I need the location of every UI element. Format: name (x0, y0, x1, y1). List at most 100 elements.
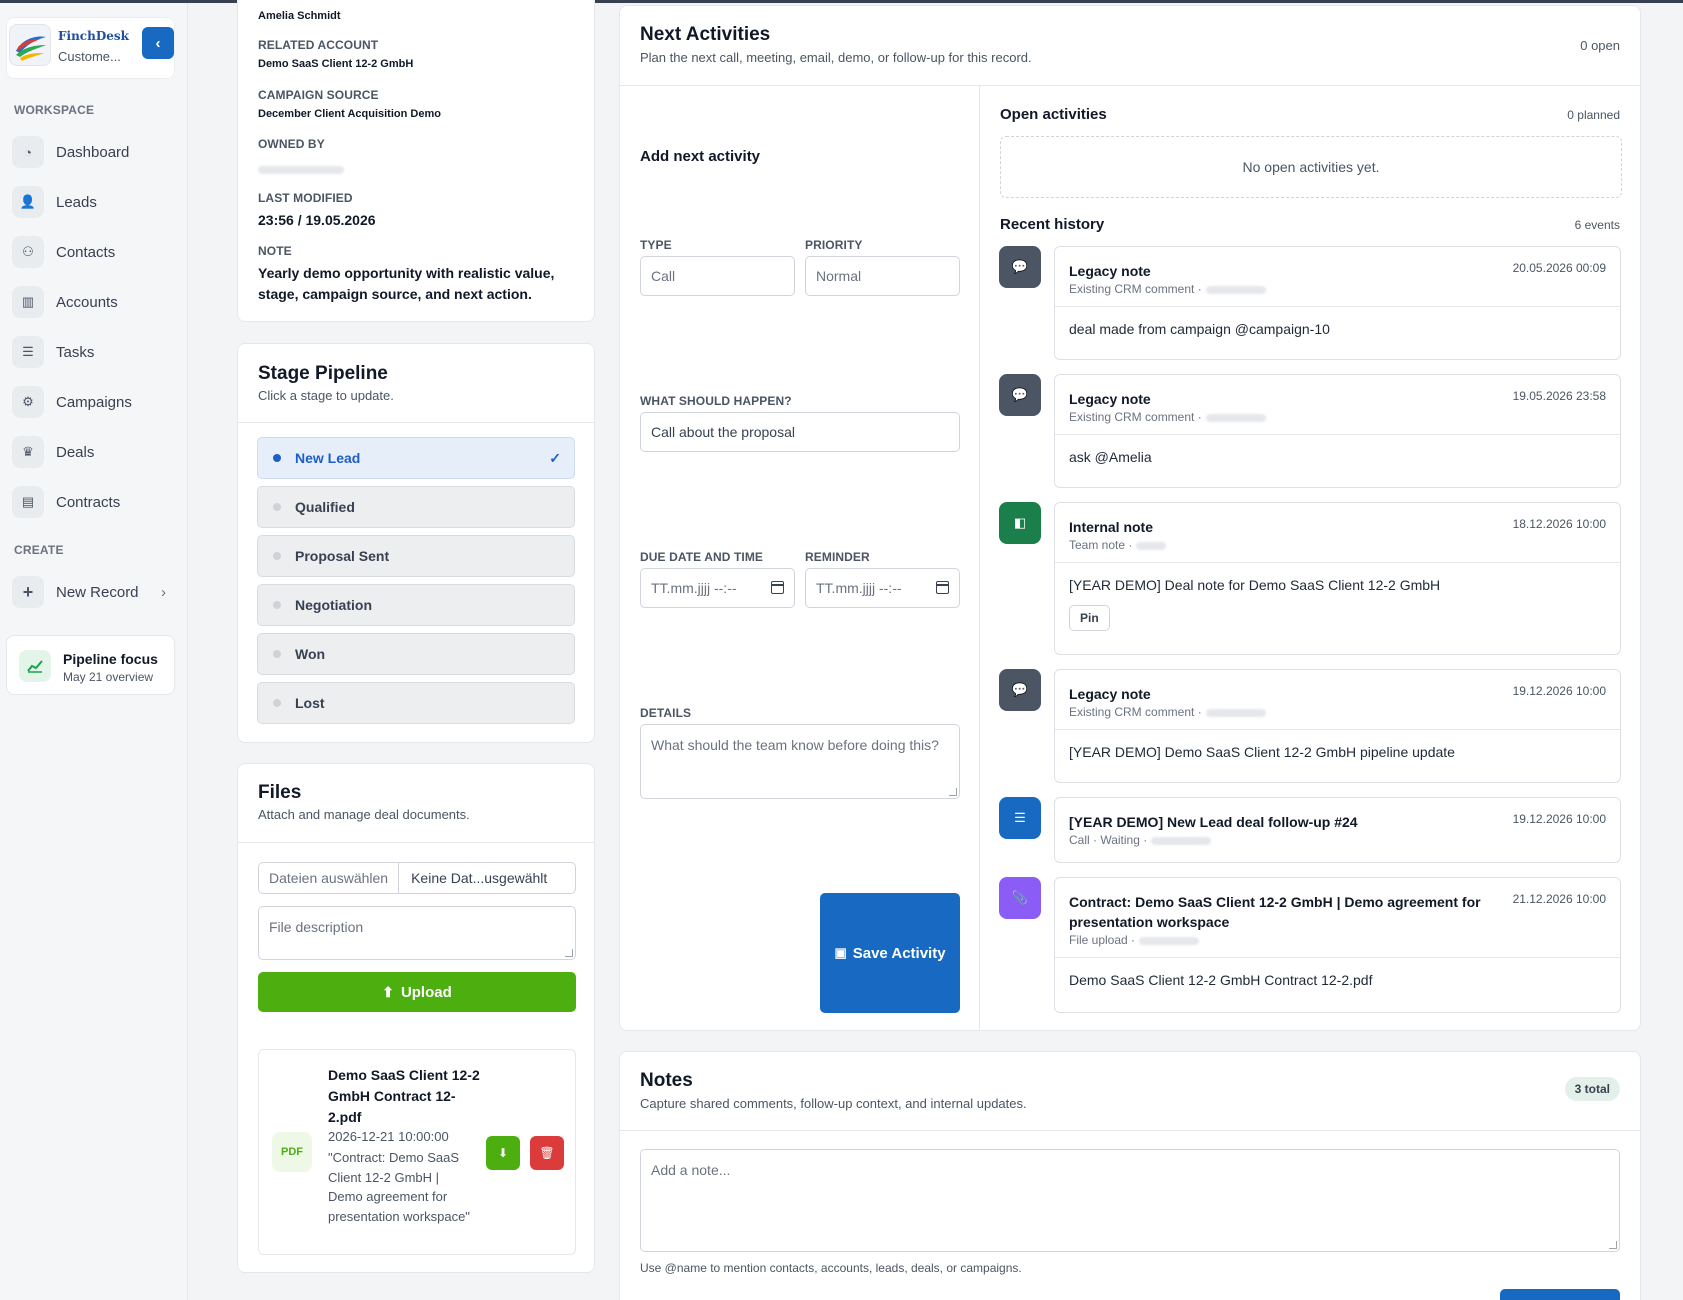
recent-history-count: 6 events (1574, 218, 1620, 232)
what-value: Call about the proposal (651, 424, 795, 440)
pipeline-focus-card[interactable]: Pipeline focus May 21 overview (6, 635, 175, 695)
stage-pipeline-card: Stage Pipeline Click a stage to update. … (237, 343, 595, 743)
sidebar-item-tasks[interactable]: ☰ Tasks (12, 333, 174, 371)
event-title: Legacy note (1069, 686, 1151, 702)
priority-value: Normal (816, 268, 862, 284)
event-date: 20.05.2026 00:09 (1512, 261, 1606, 275)
new-record-button[interactable]: + New Record › (12, 573, 174, 611)
stage-lost[interactable]: Lost (257, 682, 575, 724)
event-title: Legacy note (1069, 391, 1151, 407)
paperclip-icon: 📎 (999, 877, 1041, 919)
sidebar-item-label: Contracts (56, 493, 121, 511)
upload-icon: ⬆ (382, 983, 394, 1000)
add-note-button[interactable] (1500, 1289, 1620, 1300)
event-date: 18.12.2026 10:00 (1512, 517, 1606, 531)
resize-handle-icon[interactable] (949, 788, 957, 796)
brand-name: FinchDesk (58, 29, 129, 43)
upload-button[interactable]: ⬆ Upload (258, 972, 576, 1012)
type-select[interactable]: Call (640, 256, 795, 296)
event-meta: Existing CRM comment · (1069, 705, 1202, 719)
note-value: Yearly demo opportunity with realistic v… (258, 265, 555, 302)
plus-icon: + (12, 576, 44, 608)
calendar-icon[interactable] (936, 581, 949, 594)
owned-by-label: OWNED BY (258, 137, 325, 151)
file-description-placeholder: File description (269, 919, 364, 935)
event-date: 21.12.2026 10:00 (1512, 892, 1606, 906)
sidebar-item-accounts[interactable]: ▥ Accounts (12, 283, 174, 321)
sidebar-item-dashboard[interactable]: ◔ Dashboard (12, 133, 174, 171)
event-title: Legacy note (1069, 263, 1151, 279)
deal-details-card: Amelia Schmidt RELATED ACCOUNT Demo SaaS… (237, 0, 595, 322)
event-body: deal made from campaign @campaign-10 (1055, 306, 1620, 351)
stage-qualified[interactable]: Qualified (257, 486, 575, 528)
divider (620, 1130, 1640, 1131)
list-icon: ☰ (12, 336, 44, 368)
reminder-input[interactable]: TT.mm.jjjj --:-- (805, 568, 960, 608)
resize-handle-icon[interactable] (1609, 1241, 1617, 1249)
next-activities-subtitle: Plan the next call, meeting, email, demo… (640, 50, 1032, 65)
history-event: Legacy note Existing CRM comment · 20.05… (1054, 246, 1621, 360)
delete-button[interactable]: 🗑 (530, 1136, 564, 1170)
choose-files-button[interactable]: Dateien auswählen (259, 863, 400, 893)
download-button[interactable]: ⬇ (486, 1136, 520, 1170)
event-date: 19.12.2026 10:00 (1512, 812, 1606, 826)
create-section-label: CREATE (14, 543, 64, 557)
priority-select[interactable]: Normal (805, 256, 960, 296)
document-icon: ▤ (12, 486, 44, 518)
user-plus-icon: 👤 (12, 186, 44, 218)
sidebar-item-contracts[interactable]: ▤ Contracts (12, 483, 174, 521)
file-description-input[interactable]: File description (258, 906, 576, 960)
event-meta: Team note · (1069, 538, 1133, 552)
sidebar-item-campaigns[interactable]: ⚙ Campaigns (12, 383, 174, 421)
stage-won[interactable]: Won (257, 633, 575, 675)
users-icon: ⚇ (12, 236, 44, 268)
related-account-label: RELATED ACCOUNT (258, 38, 379, 52)
upload-label: Upload (400, 983, 452, 1001)
details-textarea[interactable]: What should the team know before doing t… (640, 724, 960, 799)
pin-button[interactable]: Pin (1069, 605, 1110, 631)
history-event: Contract: Demo SaaS Client 12-2 GmbH | D… (1054, 877, 1621, 1013)
event-date: 19.12.2026 10:00 (1512, 684, 1606, 698)
notes-hint: Use @name to mention contacts, accounts,… (640, 1261, 1022, 1275)
history-event: Legacy note Existing CRM comment · 19.12… (1054, 669, 1621, 783)
contact-name: Amelia Schmidt (258, 10, 341, 22)
event-date: 19.05.2026 23:58 (1512, 389, 1606, 403)
notes-count-badge: 3 total (1564, 1077, 1620, 1101)
campaign-source-link[interactable]: December Client Acquisition Demo (258, 108, 441, 120)
open-activities-empty: No open activities yet. (1000, 136, 1622, 198)
last-modified-value: 23:56 / 19.05.2026 (258, 212, 376, 228)
divider (620, 85, 1640, 86)
stage-proposal-sent[interactable]: Proposal Sent (257, 535, 575, 577)
workspace-section-label: WORKSPACE (14, 103, 95, 117)
sidebar-item-contacts[interactable]: ⚇ Contacts (12, 233, 174, 271)
resize-handle-icon[interactable] (565, 949, 573, 957)
comment-icon: 💬 (999, 246, 1041, 288)
related-account-link[interactable]: Demo SaaS Client 12-2 GmbH (258, 58, 413, 70)
sidebar-item-label: Campaigns (56, 393, 132, 411)
calendar-plus-icon: ▣ (834, 945, 847, 960)
sidebar-item-leads[interactable]: 👤 Leads (12, 183, 174, 221)
what-input[interactable]: Call about the proposal (640, 412, 960, 452)
open-count: 0 open (1580, 38, 1620, 53)
save-activity-button[interactable]: ▣ Save Activity (820, 893, 960, 1013)
sidebar-item-label: Tasks (56, 343, 95, 361)
due-date-input[interactable]: TT.mm.jjjj --:-- (640, 568, 795, 608)
stage-dot (273, 650, 281, 658)
sidebar-item-deals[interactable]: ♛ Deals (12, 433, 174, 471)
stage-negotiation[interactable]: Negotiation (257, 584, 575, 626)
reminder-label: REMINDER (805, 550, 870, 564)
pdf-file-icon: PDF (272, 1132, 312, 1172)
sidebar-collapse-button[interactable]: ‹ (142, 27, 174, 59)
stage-label: Qualified (295, 499, 355, 515)
recent-history-title: Recent history (1000, 216, 1105, 233)
stage-new-lead[interactable]: New Lead ✓ (257, 437, 575, 479)
stage-dot (273, 552, 281, 560)
file-name-link[interactable]: Demo SaaS Client 12-2 GmbH Contract 12-2… (328, 1065, 483, 1128)
note-textarea[interactable]: Add a note... (640, 1149, 1620, 1252)
event-title: [YEAR DEMO] New Lead deal follow-up #24 (1069, 814, 1358, 830)
campaign-icon: ⚙ (12, 386, 44, 418)
file-picker[interactable]: Dateien auswählen Keine Dat...usgewählt (258, 862, 576, 894)
event-body: ask @Amelia (1055, 434, 1620, 479)
sidebar-item-label: Contacts (56, 243, 116, 261)
calendar-icon[interactable] (771, 581, 784, 594)
